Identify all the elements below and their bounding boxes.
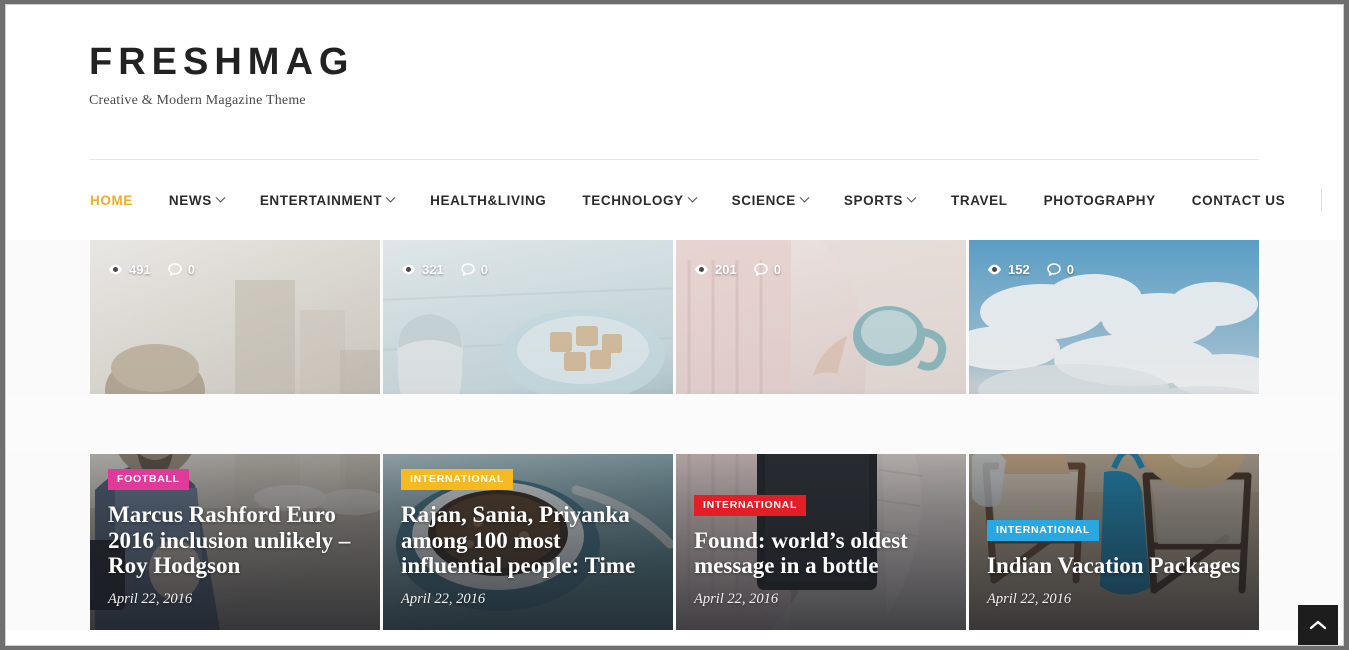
category-badge[interactable]: INTERNATIONAL [694, 494, 807, 516]
view-count: 201 [694, 262, 737, 277]
card-date: April 22, 2016 [401, 591, 486, 607]
card-meta: 321 0 [401, 262, 488, 277]
view-count: 491 [108, 262, 151, 277]
nav-item-label: PHOTOGRAPHY [1043, 192, 1156, 208]
comment-count: 0 [753, 262, 781, 277]
comment-count-value: 0 [480, 262, 488, 277]
nav-list: HOME NEWS ENTERTAINMENT HEALTH&LIVING TECHNO… [90, 192, 1321, 208]
card-body: INTERNATIONAL Indian Vacation Packages A… [987, 520, 1241, 608]
eye-icon [694, 264, 709, 275]
card-title[interactable]: Rajan, Sania, Priyanka among 100 most in… [401, 502, 655, 579]
nav-item-health-living[interactable]: HEALTH&LIVING [430, 193, 546, 208]
view-count-value: 321 [422, 262, 444, 277]
eye-icon [108, 264, 123, 275]
primary-navigation: HOME NEWS ENTERTAINMENT HEALTH&LIVING TECHNO… [6, 160, 1343, 240]
chevron-down-icon [215, 192, 226, 203]
chevron-down-icon [385, 192, 396, 203]
card-date: April 22, 2016 [987, 591, 1072, 607]
chevron-down-icon [906, 192, 917, 203]
card-date: April 22, 2016 [694, 591, 779, 607]
card-meta: 152 0 [987, 262, 1074, 277]
nav-item-news[interactable]: NEWS [168, 192, 226, 208]
nav-item-label: TRAVEL [951, 192, 1008, 208]
comment-bubble-icon [1046, 263, 1061, 276]
view-count-value: 491 [129, 262, 151, 277]
nav-item-technology[interactable]: TECHNOLOGY [582, 192, 698, 208]
nav-item-photography[interactable]: PHOTOGRAPHY [1044, 193, 1156, 208]
site-header: FRESHMAG Creative & Modern Magazine Them… [6, 5, 1343, 160]
comment-count: 0 [167, 262, 195, 277]
category-badge[interactable]: INTERNATIONAL [401, 468, 514, 490]
card-body: INTERNATIONAL Found: world’s oldest mess… [694, 494, 948, 609]
comment-count: 0 [1046, 262, 1074, 277]
nav-item-label: HOME [90, 192, 133, 208]
eye-icon [987, 264, 1002, 275]
nav-separator [1321, 189, 1323, 211]
nav-right-tools [1321, 188, 1343, 212]
nav-item-label: CONTACT US [1191, 192, 1286, 208]
content-area-below-slider [6, 394, 1343, 454]
chevron-down-icon [687, 192, 698, 203]
view-count: 152 [987, 262, 1030, 277]
site-branding[interactable]: FRESHMAG Creative & Modern Magazine Them… [89, 43, 354, 109]
comment-count: 0 [460, 262, 488, 277]
eye-icon [401, 264, 416, 275]
nav-item-sports[interactable]: SPORTS [843, 192, 917, 208]
nav-item-label: SPORTS [843, 192, 904, 208]
card-body: FOOTBALL Marcus Rashford Euro 2016 inclu… [108, 468, 362, 608]
card-title[interactable]: Found: world’s oldest message in a bottl… [694, 528, 948, 580]
comment-bubble-icon [753, 263, 768, 276]
nav-item-science[interactable]: SCIENCE [731, 192, 810, 208]
nav-item-entertainment[interactable]: ENTERTAINMENT [259, 192, 396, 208]
page-frame: FRESHMAG Creative & Modern Magazine Them… [5, 4, 1344, 646]
card-date: April 22, 2016 [108, 591, 193, 607]
nav-item-label: ENTERTAINMENT [259, 192, 383, 208]
card-body: INTERNATIONAL Rajan, Sania, Priyanka amo… [401, 468, 655, 608]
card-title[interactable]: Marcus Rashford Euro 2016 inclusion unli… [108, 502, 362, 579]
card-title[interactable]: Indian Vacation Packages [987, 553, 1241, 579]
comment-count-value: 0 [1066, 262, 1074, 277]
site-logo-text: FRESHMAG [89, 41, 355, 83]
nav-item-label: NEWS [168, 192, 212, 208]
nav-item-travel[interactable]: TRAVEL [951, 193, 1008, 208]
chevron-up-icon [1309, 620, 1327, 630]
comment-count-value: 0 [187, 262, 195, 277]
card-meta: 491 0 [108, 262, 195, 277]
site-tagline: Creative & Modern Magazine Theme [89, 93, 306, 108]
comment-count-value: 0 [773, 262, 781, 277]
category-badge[interactable]: INTERNATIONAL [987, 520, 1100, 542]
card-meta: 201 0 [694, 262, 781, 277]
nav-item-label: HEALTH&LIVING [430, 192, 547, 208]
nav-item-home[interactable]: HOME [90, 193, 133, 208]
comment-bubble-icon [167, 263, 182, 276]
view-count: 321 [401, 262, 444, 277]
view-count-value: 152 [1008, 262, 1030, 277]
view-count-value: 201 [715, 262, 737, 277]
chevron-down-icon [799, 192, 810, 203]
nav-item-label: SCIENCE [731, 192, 796, 208]
back-to-top-button[interactable] [1298, 605, 1338, 645]
category-badge[interactable]: FOOTBALL [108, 468, 189, 490]
nav-item-label: TECHNOLOGY [582, 192, 684, 208]
nav-item-contact-us[interactable]: CONTACT US [1192, 193, 1286, 208]
comment-bubble-icon [460, 263, 475, 276]
